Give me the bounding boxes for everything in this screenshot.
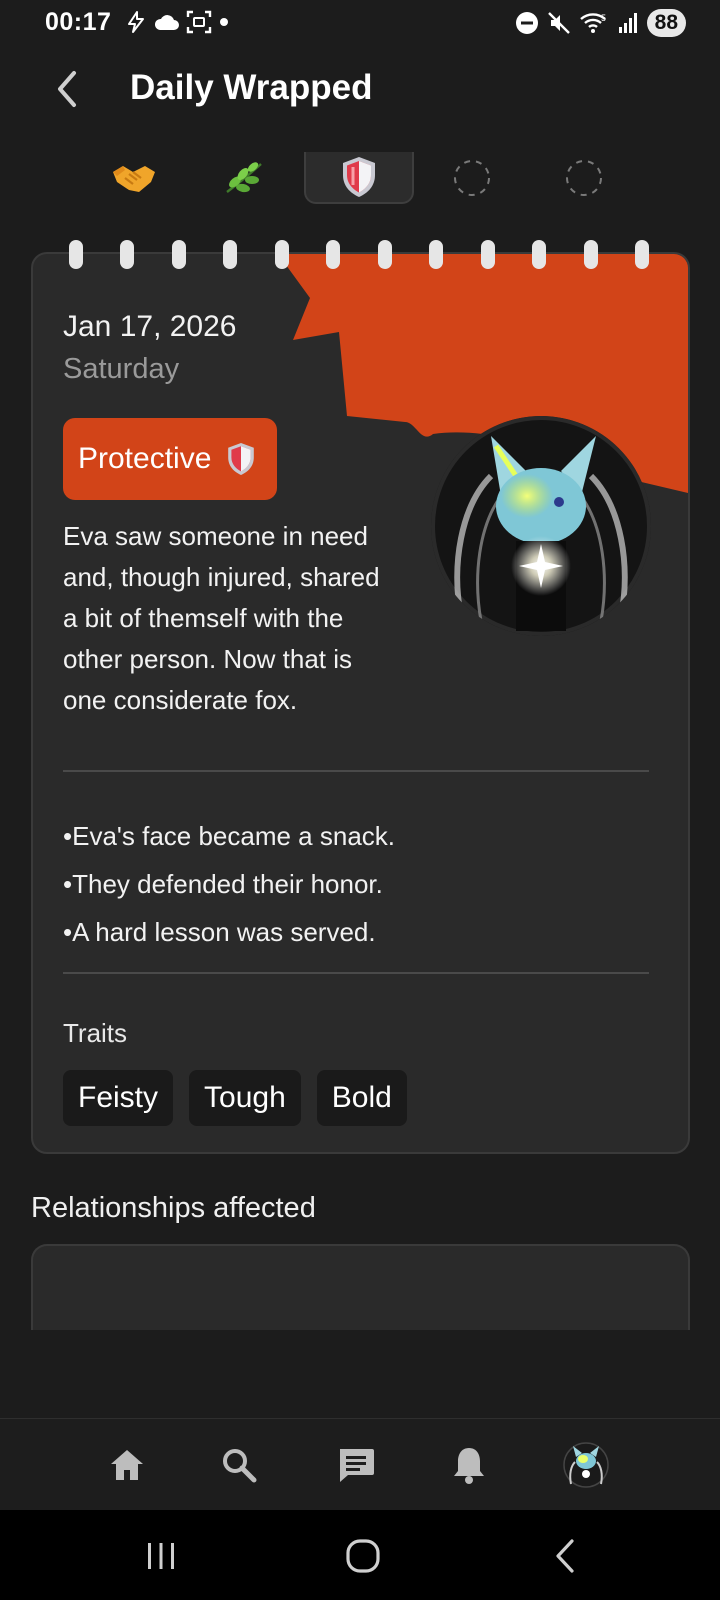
back-button[interactable] [46, 64, 88, 114]
badge-tab-empty-2[interactable] [529, 152, 639, 204]
binder-ring [69, 240, 83, 269]
bottom-nav [0, 1418, 720, 1510]
badge-tab-strip [0, 152, 720, 208]
binder-ring [326, 240, 340, 269]
binder-ring [172, 240, 186, 269]
event-item: •Eva's face became a snack. [63, 821, 396, 851]
page-title: Daily Wrapped [130, 68, 373, 107]
badge-tab-handshake[interactable] [79, 152, 189, 204]
herb-icon [226, 162, 262, 193]
daily-card: Jan 17, 2026 Saturday Protective Eva saw… [31, 252, 690, 1154]
event-list: •Eva's face became a snack. •They defend… [63, 814, 395, 958]
nav-messages[interactable] [328, 1439, 384, 1491]
binder-ring [429, 240, 443, 269]
status-left-icons [124, 10, 230, 34]
card-date: Jan 17, 2026 [63, 310, 237, 343]
profile-avatar [563, 1442, 609, 1488]
mood-label: Protective [78, 442, 212, 475]
system-back-button[interactable] [535, 1532, 595, 1580]
nav-profile[interactable] [558, 1439, 614, 1491]
character-avatar-art [431, 416, 651, 636]
empty-slot-icon [566, 160, 602, 196]
binder-ring [532, 240, 546, 269]
shield-icon [228, 443, 255, 475]
binder-ring [635, 240, 649, 269]
bell-icon [454, 1448, 484, 1484]
badge-tab-empty-1[interactable] [417, 152, 527, 204]
recent-apps-icon [148, 1543, 174, 1569]
traits-list: Feisty Tough Bold [63, 1070, 407, 1126]
recent-apps-button[interactable] [131, 1532, 191, 1580]
trait-chip: Feisty [63, 1070, 174, 1126]
flash-icon [128, 11, 144, 33]
mood-badge: Protective [63, 418, 277, 500]
dot-icon [220, 18, 228, 26]
empty-slot-icon [454, 160, 490, 196]
home-icon [111, 1450, 143, 1480]
character-avatar [431, 416, 651, 636]
back-icon [556, 1539, 574, 1573]
status-time: 00:17 [45, 8, 112, 36]
card-summary: Eva saw someone in need and, though inju… [63, 521, 380, 715]
cloud-icon [154, 15, 179, 30]
muted-icon [547, 12, 570, 34]
badge-tab-herb[interactable] [189, 152, 299, 204]
binder-ring [275, 240, 289, 269]
binder-rings [0, 240, 720, 270]
wifi-icon: 5 [579, 13, 606, 33]
divider [63, 770, 649, 772]
trait-chip: Bold [316, 1070, 407, 1126]
trait-chip: Tough [189, 1070, 301, 1126]
nav-home[interactable] [99, 1439, 155, 1491]
badge-tab-shield[interactable] [304, 152, 414, 204]
screenshot-icon [186, 10, 212, 34]
divider [63, 972, 649, 974]
svg-text:5: 5 [601, 13, 606, 23]
event-item: •A hard lesson was served. [63, 917, 376, 947]
event-item: •They defended their honor. [63, 869, 383, 899]
signal-icon [618, 13, 637, 33]
chevron-left-icon [58, 71, 76, 107]
binder-ring [223, 240, 237, 269]
battery-indicator: 88 [646, 9, 686, 37]
do-not-disturb-icon [515, 12, 538, 34]
relationships-heading: Relationships affected [31, 1192, 316, 1224]
chat-icon [340, 1449, 374, 1482]
status-right-icons: 5 88 [515, 9, 686, 37]
shield-icon [343, 157, 375, 197]
nav-notifications[interactable] [441, 1439, 497, 1491]
system-nav-bar [0, 1510, 720, 1600]
card-weekday: Saturday [63, 353, 180, 385]
binder-ring [378, 240, 392, 269]
status-bar: 00:17 5 88 [0, 0, 720, 48]
binder-ring [481, 240, 495, 269]
home-button[interactable] [333, 1532, 393, 1580]
binder-ring [584, 240, 598, 269]
content-fade [0, 1330, 720, 1420]
handshake-icon [113, 166, 155, 192]
app-header: Daily Wrapped [0, 58, 720, 122]
nav-search[interactable] [211, 1439, 267, 1491]
traits-label: Traits [63, 1018, 128, 1048]
binder-ring [120, 240, 134, 269]
search-icon [223, 1449, 257, 1483]
home-circle-icon [346, 1539, 380, 1573]
